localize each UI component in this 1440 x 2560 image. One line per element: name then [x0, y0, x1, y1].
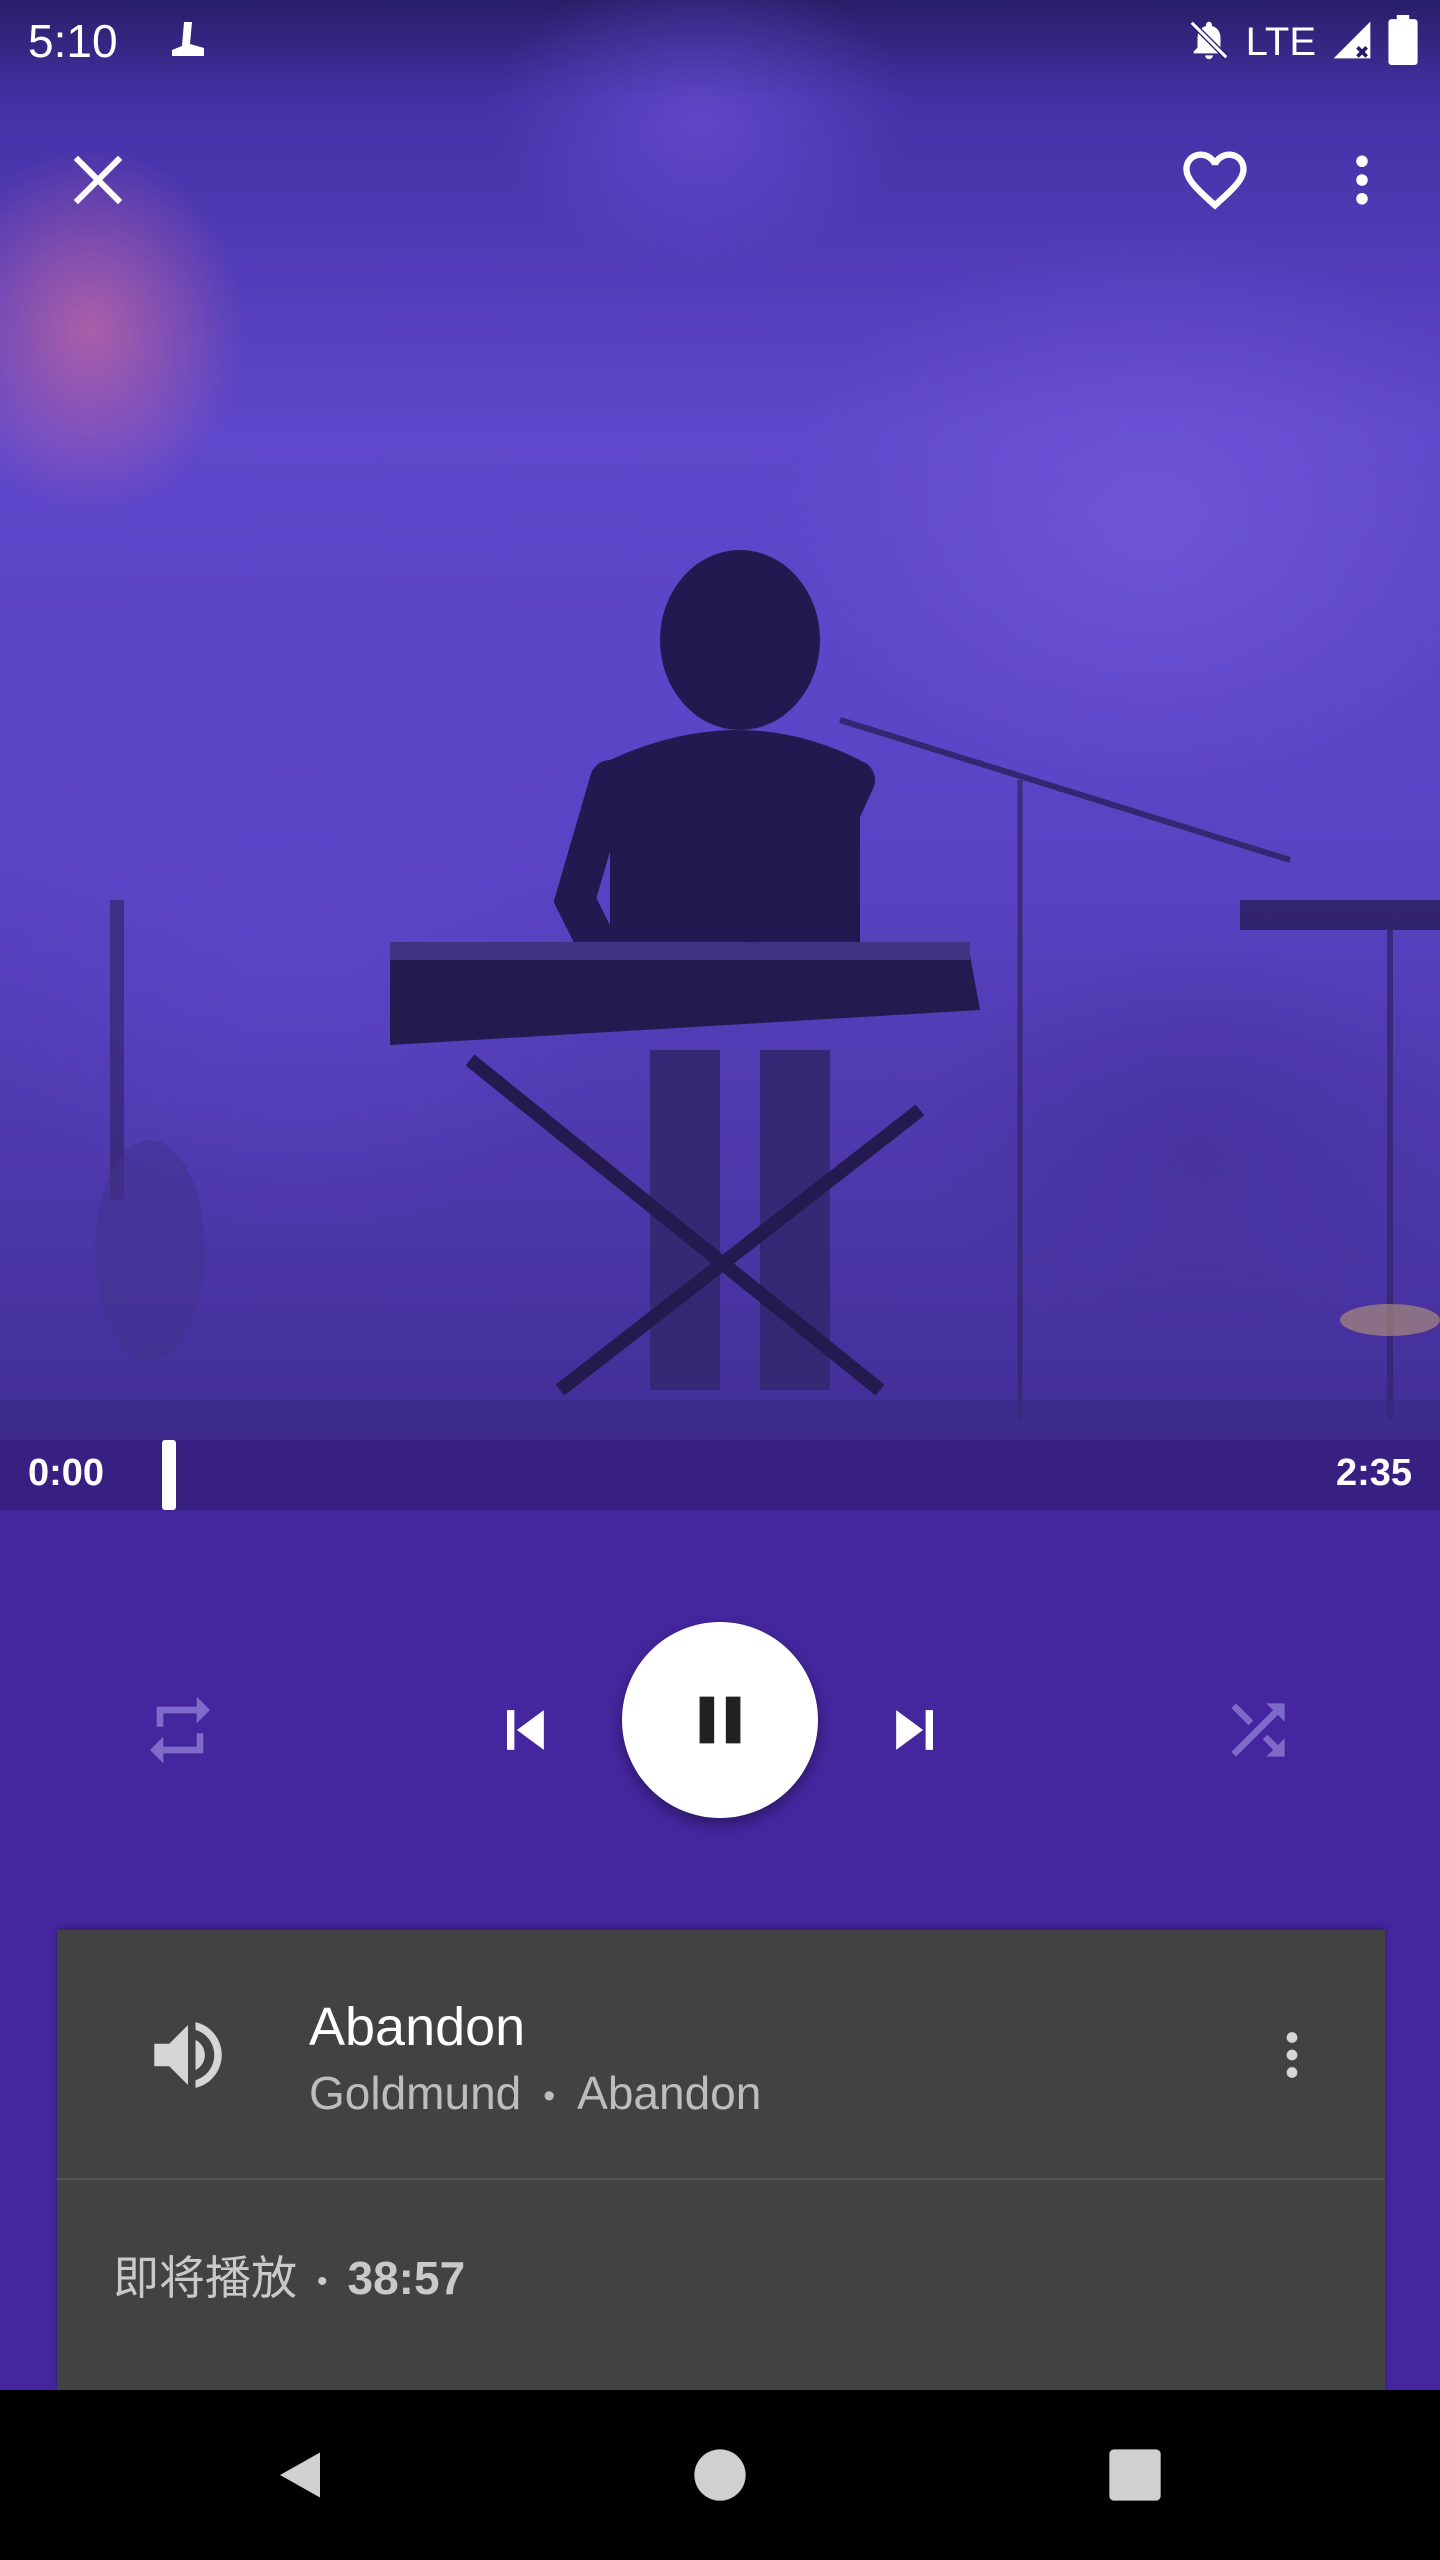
app-notification-icon: [166, 18, 210, 67]
more-vert-icon: [1286, 2032, 1298, 2078]
elapsed-time: 0:00: [28, 1452, 105, 1494]
heart-outline-icon: [1183, 151, 1247, 210]
previous-button[interactable]: [474, 1680, 574, 1780]
separator: •: [543, 2077, 556, 2116]
total-time: 2:35: [1335, 1452, 1412, 1494]
back-icon: [280, 2452, 320, 2498]
up-next-title: 即将播放: [113, 2252, 297, 2304]
notifications-off-icon: [1186, 17, 1232, 68]
pause-icon: [699, 1696, 741, 1744]
navigation-bar: [0, 2390, 1440, 2560]
shuffle-button[interactable]: [1208, 1680, 1308, 1780]
home-icon: [694, 2449, 746, 2501]
skip-previous-icon: [507, 1710, 544, 1750]
up-next-label: 即将播放 • 38:57: [113, 2242, 465, 2308]
more-vert-icon: [1356, 155, 1368, 205]
close-icon: [73, 155, 123, 205]
status-icons: LTE: [1186, 14, 1418, 70]
track-album: Abandon: [577, 2067, 762, 2119]
status-time: 5:10: [28, 15, 118, 67]
repeat-button[interactable]: [130, 1680, 230, 1780]
seek-bar[interactable]: 0:00 2:35: [0, 1440, 1440, 1510]
volume-icon: [143, 2010, 233, 2105]
track-subtitle: Goldmund • Abandon: [309, 2066, 761, 2120]
favorite-button[interactable]: [1165, 130, 1265, 230]
up-next-row[interactable]: 即将播放 • 38:57: [57, 2182, 1385, 2390]
repeat-icon: [150, 1696, 210, 1764]
recents-icon: [1109, 2449, 1161, 2501]
track-title: Abandon: [309, 1997, 526, 2057]
track-more-button[interactable]: [1247, 2010, 1337, 2100]
more-options-button[interactable]: [1312, 130, 1412, 230]
seek-thumb[interactable]: [162, 1440, 176, 1510]
battery-icon: [1388, 14, 1418, 70]
next-button[interactable]: [866, 1680, 966, 1780]
nav-recents-button[interactable]: [1085, 2425, 1185, 2525]
queue-card: Abandon Goldmund • Abandon 即将播放 • 38:57: [57, 1930, 1385, 2390]
network-type: LTE: [1245, 19, 1316, 64]
nav-back-button[interactable]: [250, 2425, 350, 2525]
track-artist: Goldmund: [309, 2067, 522, 2119]
skip-next-icon: [896, 1710, 933, 1750]
now-playing-row[interactable]: Abandon Goldmund • Abandon: [57, 1930, 1385, 2180]
close-button[interactable]: [48, 130, 148, 230]
shuffle-icon: [1231, 1703, 1285, 1757]
separator: •: [317, 2264, 328, 2298]
status-bar: 5:10 LTE: [0, 0, 1440, 84]
signal-icon: [1330, 18, 1374, 67]
nav-home-button[interactable]: [670, 2425, 770, 2525]
play-pause-button[interactable]: [622, 1622, 818, 1818]
up-next-duration: 38:57: [347, 2252, 466, 2304]
